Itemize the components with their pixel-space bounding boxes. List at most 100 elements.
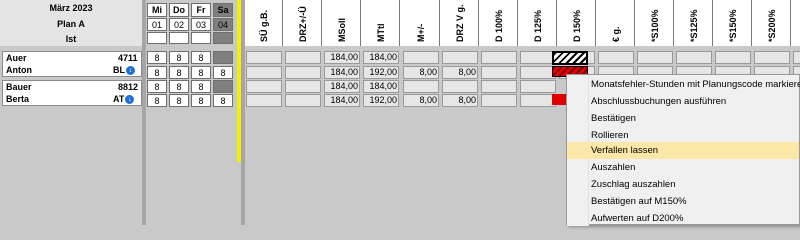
day-cell[interactable]: 8 [191, 66, 211, 79]
grid-cell[interactable] [676, 51, 712, 64]
day-cell[interactable]: 8 [147, 66, 167, 79]
grid-cell[interactable] [403, 80, 439, 93]
menu-item-confirm[interactable]: Bestätigen [567, 110, 799, 127]
row-marker [237, 80, 241, 93]
header-divider [142, 0, 146, 225]
column-header[interactable]: D 100% [494, 10, 504, 42]
row-marker [237, 94, 241, 107]
grid-cell[interactable] [246, 94, 282, 107]
day-cell[interactable]: 8 [147, 94, 167, 107]
header-actual: Ist [0, 32, 142, 46]
grid-cell[interactable] [637, 51, 673, 64]
grid-cell[interactable] [520, 94, 556, 107]
grid-cell[interactable] [520, 66, 556, 79]
menu-item-expire[interactable]: Verfallen lassen [567, 142, 799, 159]
menu-item-mark-errors[interactable]: Monatsfehler-Stunden mit Planungscode ma… [567, 76, 800, 93]
employee-code: AT ↓ [113, 94, 135, 105]
grid-cell[interactable] [598, 51, 634, 64]
employee-last-name: Auer [6, 53, 27, 63]
grid-cell[interactable] [715, 51, 751, 64]
day-cell[interactable] [213, 80, 233, 93]
grid-cell[interactable] [442, 51, 478, 64]
column-header[interactable]: D 150% [572, 10, 582, 42]
info-icon[interactable]: ↓ [126, 66, 135, 76]
value-mttl: 184,00 [369, 81, 397, 91]
day-num-01: 01 [147, 18, 167, 31]
day-name-mi: Mi [147, 3, 167, 17]
grid-cell[interactable] [520, 51, 556, 64]
day-cell[interactable]: 8 [169, 94, 189, 107]
day-num-04: 04 [213, 18, 233, 31]
column-header[interactable]: *S200% [767, 9, 777, 42]
grid-cell[interactable] [481, 66, 517, 79]
column-header[interactable]: *S125% [689, 9, 699, 42]
column-header[interactable]: SÜ g.B. [259, 10, 269, 42]
grid-cell[interactable] [520, 80, 556, 93]
grid-cell[interactable] [793, 51, 800, 64]
grid-cell[interactable] [285, 51, 321, 64]
value-mttl: 192,00 [369, 95, 397, 105]
value-mdiff: 8,00 [419, 95, 437, 105]
grid-cell[interactable] [403, 51, 439, 64]
grid-cell[interactable] [481, 80, 517, 93]
day-blank-2 [169, 32, 189, 44]
value-msoll: 184,00 [330, 67, 358, 77]
day-cell[interactable]: 8 [147, 80, 167, 93]
value-msoll: 184,00 [330, 81, 358, 91]
day-cell[interactable]: 8 [213, 66, 233, 79]
menu-item-confirm-m150[interactable]: Bestätigen auf M150% [567, 193, 799, 210]
column-header[interactable]: *S100% [650, 9, 660, 42]
row-marker [237, 51, 241, 64]
column-header[interactable]: M+/- [416, 24, 426, 42]
day-name-fr: Fr [191, 3, 211, 17]
employee-id: 4711 [118, 53, 138, 63]
grid-cell[interactable] [442, 80, 478, 93]
day-cell[interactable]: 8 [191, 94, 211, 107]
column-header[interactable]: DRZ+/-Ü [298, 6, 308, 42]
menu-item-upgrade-d200[interactable]: Aufwerten auf D200% [567, 210, 799, 227]
grid-cell[interactable] [246, 80, 282, 93]
grid-cell[interactable] [285, 80, 321, 93]
row-marker [237, 66, 241, 79]
column-header[interactable]: MTtl [376, 24, 386, 43]
header-plan: Plan A [0, 16, 142, 32]
day-cell[interactable]: 8 [191, 51, 211, 64]
menu-item-pay-out[interactable]: Auszahlen [567, 159, 799, 176]
value-mttl: 192,00 [369, 67, 397, 77]
grid-cell[interactable] [481, 94, 517, 107]
day-blank-1 [147, 32, 167, 44]
column-header[interactable]: € g. [611, 26, 621, 42]
day-num-02: 02 [169, 18, 189, 31]
column-header[interactable]: DRZ V g. [455, 5, 465, 43]
grid-cell[interactable] [285, 66, 321, 79]
value-drzv: 8,00 [458, 67, 476, 77]
selected-cell-hatched[interactable] [552, 51, 588, 65]
menu-item-pay-surcharge[interactable]: Zuschlag auszahlen [567, 176, 799, 193]
day-name-sa: Sa [213, 3, 233, 17]
day-blank-4 [213, 32, 233, 44]
info-icon[interactable]: ↓ [125, 95, 135, 105]
day-cell[interactable]: 8 [147, 51, 167, 64]
employee-code: BL ↓ [113, 65, 135, 76]
day-blank-3 [191, 32, 211, 44]
day-cell[interactable]: 8 [169, 80, 189, 93]
day-cell[interactable]: 8 [213, 94, 233, 107]
day-cell[interactable]: 8 [191, 80, 211, 93]
grid-cell[interactable] [754, 51, 790, 64]
grid-cell[interactable] [285, 94, 321, 107]
employee-first-name: Berta [6, 94, 30, 104]
grid-cell[interactable] [481, 51, 517, 64]
value-mttl: 184,00 [369, 52, 397, 62]
day-cell[interactable] [213, 51, 233, 64]
menu-item-closing-bookings[interactable]: Abschlussbuchungen ausführen [567, 93, 799, 110]
header-month: März 2023 [0, 0, 142, 16]
employee-first-name: Anton [6, 65, 32, 75]
column-header[interactable]: *S150% [728, 9, 738, 42]
column-header[interactable]: D 125% [533, 10, 543, 42]
column-header[interactable]: MSoll [337, 18, 347, 42]
day-cell[interactable]: 8 [169, 66, 189, 79]
grid-cell[interactable] [246, 66, 282, 79]
grid-cell[interactable] [246, 51, 282, 64]
day-cell[interactable]: 8 [169, 51, 189, 64]
column-header-area [245, 0, 800, 46]
